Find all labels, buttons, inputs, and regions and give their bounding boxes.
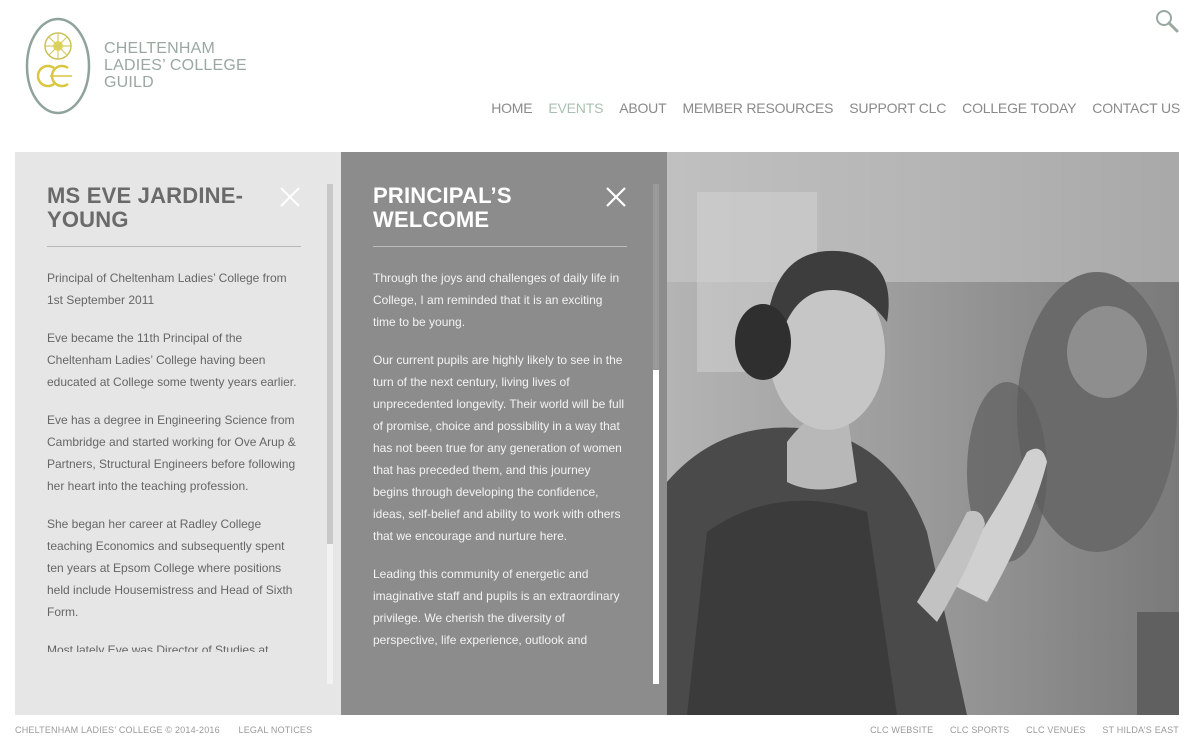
footer: CHELTENHAM LADIES’ COLLEGE © 2014-2016 L… <box>15 722 1179 738</box>
welcome-paragraph: Through the joys and challenges of daily… <box>373 271 620 329</box>
profile-paragraph: Eve became the 11th Principal of the Che… <box>47 331 297 389</box>
principal-photo <box>667 152 1179 715</box>
footer-left: CHELTENHAM LADIES’ COLLEGE © 2014-2016 L… <box>15 725 328 735</box>
profile-paragraph: Principal of Cheltenham Ladies’ College … <box>47 271 287 307</box>
close-icon <box>280 187 300 207</box>
profile-close-button[interactable] <box>279 186 301 208</box>
welcome-paragraph: Our current pupils are highly likely to … <box>373 353 625 543</box>
profile-panel: MS EVE JARDINE-YOUNG Principal of Chelte… <box>15 152 341 715</box>
guild-logo[interactable]: CHELTENHAM LADIES’ COLLEGE GUILD <box>24 16 247 116</box>
welcome-body: Through the joys and challenges of daily… <box>373 267 627 652</box>
footer-link-st-hildas-east[interactable]: ST HILDA’S EAST <box>1102 725 1179 735</box>
nav-home[interactable]: HOME <box>491 100 532 116</box>
profile-paragraph: Eve has a degree in Engineering Science … <box>47 413 296 493</box>
logo-wordmark: CHELTENHAM LADIES’ COLLEGE GUILD <box>104 40 247 91</box>
footer-link-clc-venues[interactable]: CLC VENUES <box>1026 725 1086 735</box>
main-nav: HOME EVENTS ABOUT MEMBER RESOURCES SUPPO… <box>475 100 1180 116</box>
copyright-text: CHELTENHAM LADIES’ COLLEGE © 2014-2016 <box>15 725 220 735</box>
search-icon <box>1156 10 1179 33</box>
logo-line-3: GUILD <box>104 74 154 91</box>
welcome-title: PRINCIPAL’S WELCOME <box>373 184 627 247</box>
footer-links: CLC WEBSITE CLC SPORTS CLC VENUES ST HIL… <box>856 725 1179 735</box>
nav-college-today[interactable]: COLLEGE TODAY <box>962 100 1076 116</box>
logo-line-1: CHELTENHAM <box>104 40 216 57</box>
search-button[interactable] <box>1154 8 1180 34</box>
welcome-scroll-thumb[interactable] <box>653 184 659 370</box>
nav-support-clc[interactable]: SUPPORT CLC <box>849 100 946 116</box>
welcome-scrollbar[interactable] <box>653 184 659 684</box>
welcome-content[interactable]: PRINCIPAL’S WELCOME Through the joys and… <box>341 152 627 652</box>
photo-panel <box>667 152 1179 715</box>
profile-scroll-thumb[interactable] <box>327 184 333 544</box>
profile-body: Principal of Cheltenham Ladies’ College … <box>47 267 301 652</box>
footer-link-clc-website[interactable]: CLC WEBSITE <box>870 725 933 735</box>
nav-member-resources[interactable]: MEMBER RESOURCES <box>682 100 833 116</box>
nav-contact-us[interactable]: CONTACT US <box>1092 100 1180 116</box>
legal-notices-link[interactable]: LEGAL NOTICES <box>239 725 313 735</box>
nav-about[interactable]: ABOUT <box>619 100 666 116</box>
profile-content[interactable]: MS EVE JARDINE-YOUNG Principal of Chelte… <box>15 152 301 652</box>
profile-scrollbar[interactable] <box>327 184 333 684</box>
welcome-close-button[interactable] <box>605 186 627 208</box>
crest-icon <box>25 17 91 115</box>
profile-paragraph: She began her career at Radley College t… <box>47 517 293 619</box>
close-icon <box>606 187 626 207</box>
profile-paragraph: Most lately Eve was Director of Studies … <box>47 643 269 652</box>
welcome-paragraph: Leading this community of energetic and … <box>373 567 620 647</box>
footer-link-clc-sports[interactable]: CLC SPORTS <box>950 725 1009 735</box>
welcome-panel: PRINCIPAL’S WELCOME Through the joys and… <box>341 152 667 715</box>
profile-title: MS EVE JARDINE-YOUNG <box>47 184 301 247</box>
logo-line-2: LADIES’ COLLEGE <box>104 57 247 74</box>
nav-events[interactable]: EVENTS <box>548 100 603 116</box>
